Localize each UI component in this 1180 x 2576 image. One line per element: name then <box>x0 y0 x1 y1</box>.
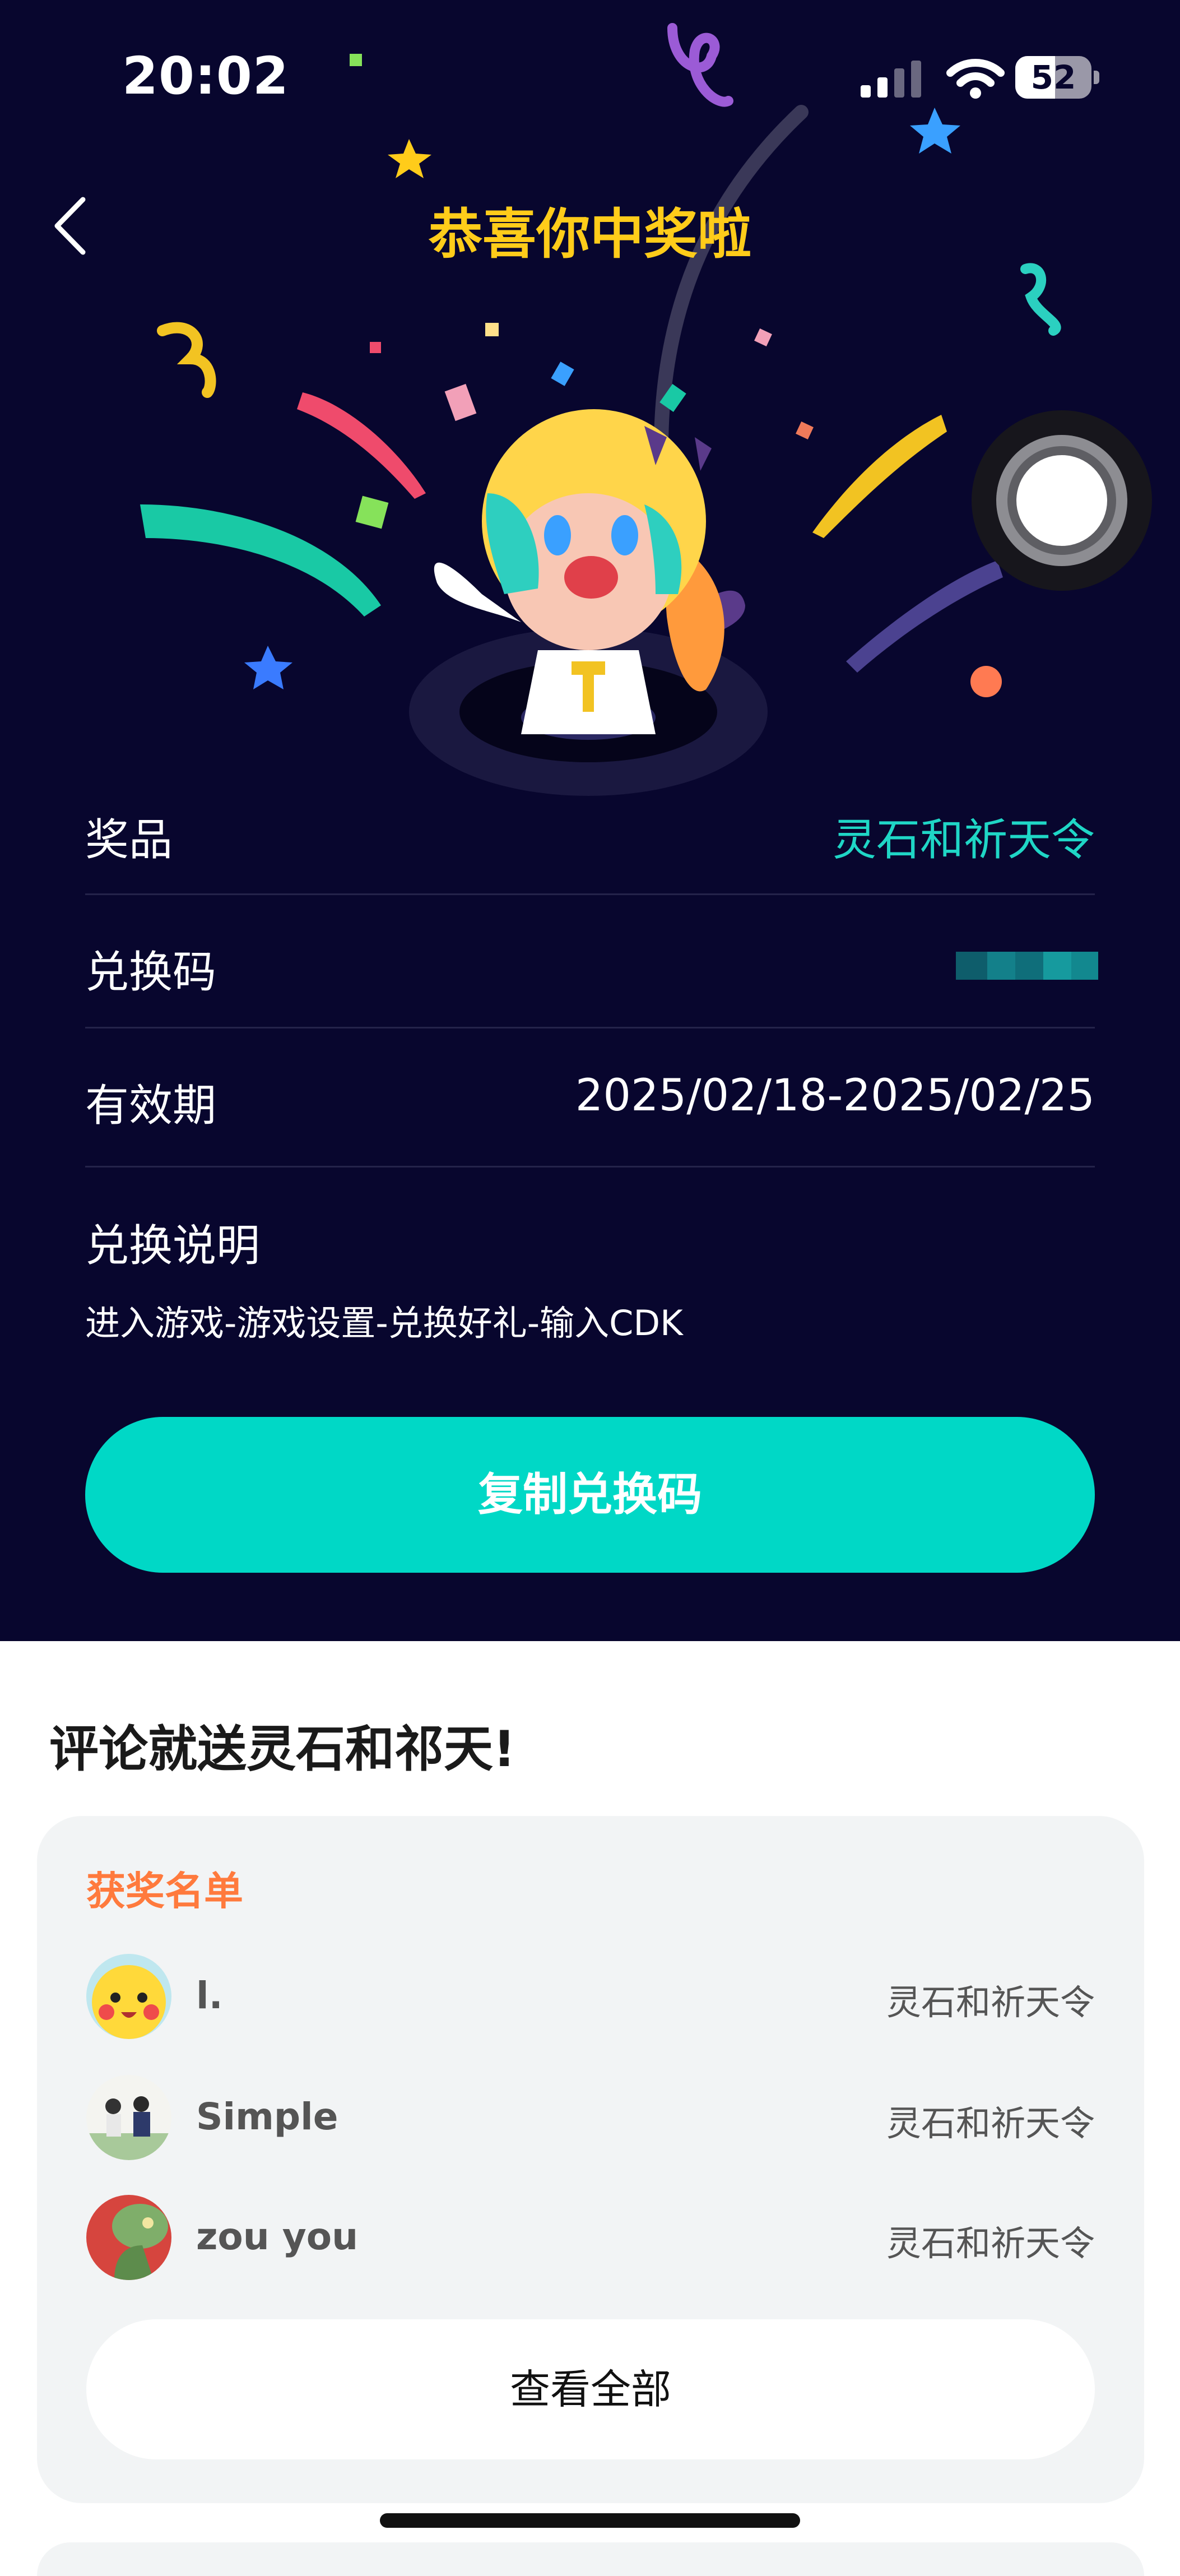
winners-card: 获奖名单 l. 灵石和祈天令 Simple 灵石和祈天令 zou you 灵石和… <box>37 1816 1144 2503</box>
redeem-code-label: 兑换码 <box>85 947 217 998</box>
winner-item: Simple 灵石和祈天令 <box>86 2075 1095 2160</box>
winner-name: l. <box>196 1974 223 2017</box>
avatar[interactable] <box>86 2075 171 2160</box>
next-section-card <box>37 2542 1144 2576</box>
status-time: 20:02 <box>122 46 289 106</box>
prize-hero-section: 20:02 52 恭喜你中奖啦 奖品 灵石和祈天令 兑换码 有效期 2025/0… <box>0 0 1180 1641</box>
validity-label: 有效期 <box>85 1081 217 1131</box>
redeem-code-masked <box>956 952 1098 980</box>
assistive-touch-button[interactable] <box>972 410 1152 591</box>
divider <box>85 1027 1095 1028</box>
battery-icon: 52 <box>1015 56 1099 99</box>
winner-name: Simple <box>196 2095 338 2138</box>
avatar[interactable] <box>86 2195 171 2280</box>
divider <box>85 893 1095 895</box>
page-title: 恭喜你中奖啦 <box>429 203 751 266</box>
copy-code-button[interactable]: 复制兑换码 <box>85 1417 1095 1573</box>
battery-percentage: 52 <box>1030 58 1076 96</box>
winner-prize: 灵石和祈天令 <box>886 1982 1095 2023</box>
wifi-icon <box>946 59 1005 99</box>
mascot-character <box>409 409 768 796</box>
instructions-label: 兑换说明 <box>85 1221 261 1271</box>
status-bar: 20:02 52 <box>0 0 1180 151</box>
avatar[interactable] <box>86 1954 171 2039</box>
divider <box>85 1166 1095 1167</box>
instructions-text: 进入游戏-游戏设置-兑换好礼-输入CDK <box>85 1303 683 1343</box>
comment-section-title: 评论就送灵石和祁天! <box>49 1720 516 1778</box>
winner-prize: 灵石和祈天令 <box>886 2103 1095 2144</box>
validity-value: 2025/02/18-2025/02/25 <box>575 1071 1095 1121</box>
winner-name: zou you <box>196 2215 359 2258</box>
prize-value: 灵石和祈天令 <box>832 815 1095 865</box>
view-all-button[interactable]: 查看全部 <box>86 2319 1095 2459</box>
winner-item: zou you 灵石和祈天令 <box>86 2195 1095 2280</box>
winner-prize: 灵石和祈天令 <box>886 2223 1095 2264</box>
prize-label: 奖品 <box>85 815 173 865</box>
cellular-signal-icon <box>861 61 921 98</box>
winners-title: 获奖名单 <box>86 1868 243 1914</box>
home-indicator[interactable] <box>380 2513 800 2528</box>
winner-item: l. 灵石和祈天令 <box>86 1954 1095 2039</box>
